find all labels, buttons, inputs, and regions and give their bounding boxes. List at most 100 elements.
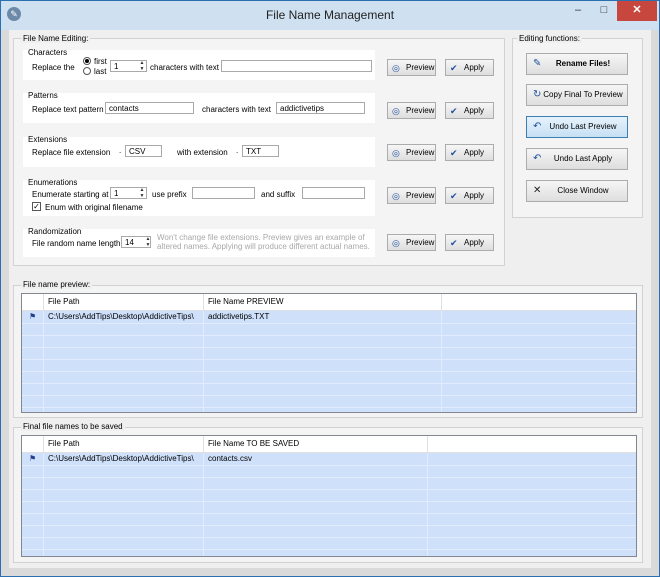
final-list-rows: ⚑ C:\Users\AddTips\Desktop\AddictiveTips…: [22, 453, 636, 556]
apply-button-label: Apply: [464, 238, 485, 247]
preview-list-header: File Path File Name PREVIEW: [22, 294, 636, 311]
preview-icon: ◎: [392, 63, 400, 73]
pattern-input[interactable]: contacts: [105, 102, 194, 114]
preview-header-path[interactable]: File Path: [44, 294, 204, 310]
preview-icon: ◎: [392, 106, 400, 116]
preview-row-path: C:\Users\AddTips\Desktop\AddictiveTips\: [48, 312, 194, 321]
spin-down-icon[interactable]: ▼: [144, 242, 152, 248]
randomization-apply-button[interactable]: ✔ Apply: [445, 234, 494, 251]
patterns-with-text-label: characters with text: [202, 105, 271, 114]
from-extension-input[interactable]: CSV: [125, 145, 162, 157]
last-radio[interactable]: [83, 67, 91, 75]
apply-button-label: Apply: [464, 191, 485, 200]
preview-icon: ◎: [392, 238, 400, 248]
patterns-preview-button[interactable]: ◎ Preview: [387, 102, 436, 119]
close-window-label: Close Window: [557, 186, 609, 195]
checkmark-icon: ✔: [450, 106, 458, 116]
preview-header-icon-col[interactable]: [22, 294, 44, 310]
minimize-button[interactable]: –: [565, 1, 591, 21]
apply-button-label: Apply: [464, 148, 485, 157]
enumerations-label: Enumerations: [28, 178, 78, 187]
random-length-spinner[interactable]: ▲ ▼: [144, 236, 152, 248]
undo-last-preview-button[interactable]: ↶ Undo Last Preview: [526, 116, 628, 138]
file-name-editing-label: File Name Editing:: [21, 34, 91, 43]
replacement-input[interactable]: addictivetips: [276, 102, 365, 114]
final-list-header: File Path File Name TO BE SAVED: [22, 436, 636, 453]
enumerations-apply-button[interactable]: ✔ Apply: [445, 187, 494, 204]
replace-file-extension-label: Replace file extension: [32, 148, 111, 157]
copy-final-to-preview-button[interactable]: ↻ Copy Final To Preview: [526, 84, 628, 106]
app-window: ✎ File Name Management – □ ✕ File Name E…: [0, 0, 660, 577]
suffix-input[interactable]: [302, 187, 365, 199]
final-header-path[interactable]: File Path: [44, 436, 204, 452]
flag-icon: ⚑: [29, 312, 37, 321]
checkmark-icon: ✔: [450, 191, 458, 201]
empty-row: [22, 537, 636, 550]
window-title: File Name Management: [265, 8, 395, 22]
use-prefix-label: use prefix: [152, 190, 187, 199]
preview-button-label: Preview: [406, 148, 435, 157]
extensions-label: Extensions: [28, 135, 68, 144]
spin-down-icon[interactable]: ▼: [138, 66, 146, 72]
prefix-input[interactable]: [192, 187, 255, 199]
characters-apply-button[interactable]: ✔ Apply: [445, 59, 494, 76]
preview-list[interactable]: File Path File Name PREVIEW ⚑ C:\Users\A…: [21, 293, 637, 413]
replace-text-pattern-label: Replace text pattern: [32, 105, 104, 114]
first-radio-label: first: [94, 57, 107, 66]
close-window-button[interactable]: ✕ Close Window: [526, 180, 628, 202]
characters-label: Characters: [28, 48, 68, 57]
preview-button-label: Preview: [406, 191, 435, 200]
enumerate-starting-label: Enumerate starting at: [32, 190, 109, 199]
replace-the-label: Replace the: [32, 63, 75, 72]
randomization-note: Won't change file extensions. Preview gi…: [157, 233, 370, 251]
randomization-preview-button[interactable]: ◎ Preview: [387, 234, 436, 251]
title-bar[interactable]: ✎ File Name Management – □ ✕: [1, 1, 659, 30]
preview-list-rows: ⚑ C:\Users\AddTips\Desktop\AddictiveTips…: [22, 311, 636, 412]
extensions-apply-button[interactable]: ✔ Apply: [445, 144, 494, 161]
rename-files-button[interactable]: ✎ Rename Files!: [526, 53, 628, 75]
empty-row: [22, 395, 636, 408]
characters-preview-button[interactable]: ◎ Preview: [387, 59, 436, 76]
preview-button-label: Preview: [406, 63, 435, 72]
first-radio[interactable]: [83, 57, 91, 65]
enumerations-preview-button[interactable]: ◎ Preview: [387, 187, 436, 204]
enum-original-checkbox[interactable]: ✓: [32, 202, 41, 211]
characters-with-text-label: characters with text: [150, 63, 219, 72]
flag-icon: ⚑: [29, 454, 37, 463]
checkmark-icon: ✔: [450, 148, 458, 158]
apply-button-label: Apply: [464, 63, 485, 72]
spin-down-icon[interactable]: ▼: [138, 193, 146, 199]
checkmark-icon: ✔: [450, 63, 458, 73]
final-header-name[interactable]: File Name TO BE SAVED: [204, 436, 428, 452]
preview-button-label: Preview: [406, 106, 435, 115]
copy-final-label: Copy Final To Preview: [543, 90, 623, 99]
preview-row-name: addictivetips.TXT: [208, 312, 270, 321]
patterns-apply-button[interactable]: ✔ Apply: [445, 102, 494, 119]
extension-dot-2: .: [236, 146, 239, 155]
extensions-preview-button[interactable]: ◎ Preview: [387, 144, 436, 161]
random-length-label: File random name length: [32, 239, 121, 248]
characters-text-input[interactable]: [221, 60, 372, 72]
randomization-label: Randomization: [28, 227, 82, 236]
to-extension-input[interactable]: TXT: [242, 145, 279, 157]
file-name-preview-label: File name preview:: [21, 280, 93, 289]
final-header-icon-col[interactable]: [22, 436, 44, 452]
undo-last-apply-button[interactable]: ↶ Undo Last Apply: [526, 148, 628, 170]
patterns-label: Patterns: [28, 91, 58, 100]
undo-preview-label: Undo Last Preview: [549, 122, 617, 131]
with-extension-label: with extension: [177, 148, 228, 157]
maximize-button[interactable]: □: [591, 1, 617, 21]
enumerate-start-spinner[interactable]: ▲ ▼: [138, 187, 146, 199]
extension-dot: .: [119, 146, 122, 155]
final-list[interactable]: File Path File Name TO BE SAVED ⚑ C:\Use…: [21, 435, 637, 557]
apply-button-label: Apply: [464, 106, 485, 115]
rename-files-label: Rename Files!: [555, 59, 611, 68]
preview-header-name[interactable]: File Name PREVIEW: [204, 294, 442, 310]
enum-original-label: Enum with original filename: [45, 203, 143, 212]
character-count-spinner[interactable]: ▲ ▼: [138, 60, 146, 72]
final-row-path: C:\Users\AddTips\Desktop\AddictiveTips\: [48, 454, 194, 463]
close-button[interactable]: ✕: [617, 1, 657, 21]
window-client-area: File Name Editing: Characters Replace th…: [9, 30, 651, 568]
editing-functions-label: Editing functions:: [517, 34, 582, 43]
preview-icon: ◎: [392, 148, 400, 158]
